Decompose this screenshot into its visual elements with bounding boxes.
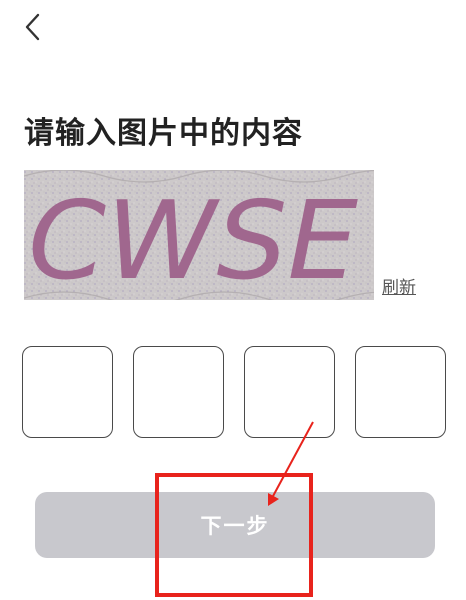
back-button[interactable] bbox=[18, 12, 48, 42]
refresh-link[interactable]: 刷新 bbox=[382, 273, 416, 298]
page-title: 请输入图片中的内容 bbox=[24, 116, 303, 151]
next-step-button[interactable]: 下一步 bbox=[35, 492, 435, 558]
captcha-text: CWSE bbox=[28, 179, 359, 300]
code-input-1[interactable] bbox=[22, 346, 113, 438]
code-input-4[interactable] bbox=[355, 346, 446, 438]
captcha-graphic: CWSE bbox=[24, 170, 374, 300]
captcha-image[interactable]: CWSE bbox=[24, 170, 374, 300]
code-input-row bbox=[22, 346, 448, 440]
chevron-left-icon bbox=[25, 13, 40, 41]
code-input-2[interactable] bbox=[133, 346, 224, 438]
code-input-3[interactable] bbox=[244, 346, 335, 438]
